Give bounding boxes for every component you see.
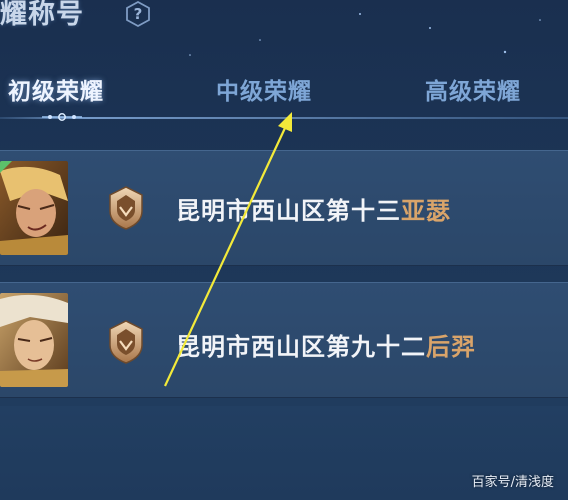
honor-title: 昆明市西山区第九十二后羿 [176, 327, 476, 362]
honor-badge-icon [109, 320, 143, 364]
tab-junior-honor[interactable]: 初级荣耀 [8, 72, 104, 106]
page-title: 耀称号 [0, 0, 84, 30]
honor-title: 昆明市西山区第十三亚瑟 [176, 191, 451, 226]
title-row[interactable]: 昆明市西山区第九十二后羿 [0, 282, 568, 398]
region-rank-text: 昆明市西山区第十三 [176, 197, 401, 225]
hero-name: 亚瑟 [401, 197, 451, 225]
honor-badge-icon [109, 186, 143, 230]
active-tab-indicator [42, 113, 82, 121]
tab-bar: 初级荣耀 中级荣耀 高级荣耀 [0, 64, 568, 120]
help-question-icon[interactable]: ? [124, 0, 152, 28]
hero-name: 后羿 [426, 333, 476, 361]
svg-text:?: ? [134, 5, 143, 23]
watermark-text: 百家号/清浅度 [471, 475, 554, 490]
tab-intermediate-honor[interactable]: 中级荣耀 [216, 72, 312, 106]
tab-senior-honor[interactable]: 高级荣耀 [425, 72, 521, 106]
tab-divider [0, 117, 568, 119]
hero-avatar-houyi-icon [0, 293, 68, 387]
region-rank-text: 昆明市西山区第九十二 [176, 333, 426, 361]
hero-avatar-arthur-icon [0, 161, 68, 255]
title-row[interactable]: 昆明市西山区第十三亚瑟 [0, 150, 568, 266]
